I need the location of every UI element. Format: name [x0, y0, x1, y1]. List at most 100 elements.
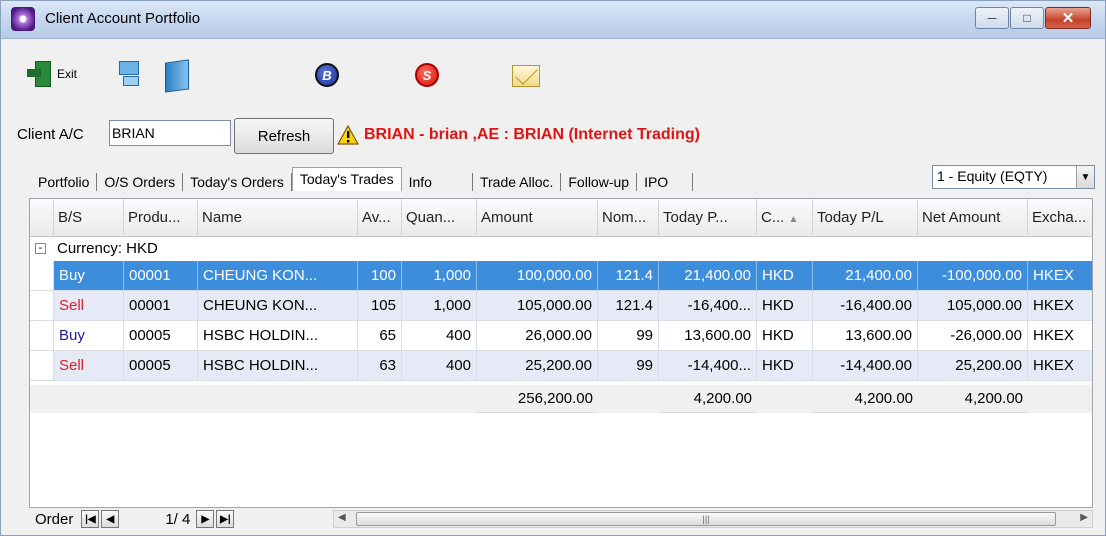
minimize-icon: ─ — [987, 11, 997, 25]
column-header-amount[interactable]: Amount — [477, 199, 598, 237]
total-today-pl: 4,200.00 — [813, 385, 918, 413]
sell-button[interactable]: S — [415, 63, 439, 87]
column-header-name[interactable]: Name — [198, 199, 358, 237]
cell-net-amount: 105,000.00 — [918, 291, 1028, 321]
cell-today-pl: -16,400.00 — [813, 291, 918, 321]
column-header-nominal[interactable]: Nom... — [598, 199, 659, 237]
cell-amount: 100,000.00 — [477, 261, 598, 291]
buy-button[interactable]: B — [315, 63, 339, 87]
tab-trade-alloc[interactable]: Trade Alloc. — [473, 173, 562, 191]
column-header-net-amount[interactable]: Net Amount — [918, 199, 1028, 237]
pager-bar: Order |◀ ◀ 1/ 4 ▶ ▶| ◀ ||| ▶ — [29, 508, 1093, 530]
trades-grid: B/S Produ... Name Av... Quan... Amount N… — [29, 198, 1093, 508]
cell-name: HSBC HOLDIN... — [198, 351, 358, 381]
column-header-currency-label: C... — [761, 209, 785, 226]
cell-today-p: 21,400.00 — [659, 261, 757, 291]
tab-os-orders[interactable]: O/S Orders — [97, 173, 184, 191]
totals-row: 256,200.00 4,200.00 4,200.00 4,200.00 — [30, 385, 1092, 413]
cell-name: HSBC HOLDIN... — [198, 321, 358, 351]
column-header-today-pl[interactable]: Today P/L — [813, 199, 918, 237]
cell-amount: 26,000.00 — [477, 321, 598, 351]
tab-todays-orders[interactable]: Today's Orders — [183, 173, 292, 191]
collapse-icon[interactable]: - — [35, 243, 46, 254]
cell-nominal: 99 — [598, 321, 659, 351]
table-row[interactable]: Buy 00001 CHEUNG KON... 100 1,000 100,00… — [30, 261, 1092, 291]
close-icon: ✕ — [1061, 10, 1075, 27]
tab-portfolio[interactable]: Portfolio — [31, 173, 98, 191]
column-header-exchange[interactable]: Excha... — [1028, 199, 1092, 237]
previous-page-button[interactable]: ◀ — [101, 510, 120, 528]
column-header-bs[interactable]: B/S — [54, 199, 124, 237]
market-select[interactable]: 1 - Equity (EQTY) ▼ — [932, 165, 1095, 189]
maximize-button[interactable]: □ — [1010, 7, 1044, 29]
cell-amount: 25,200.00 — [477, 351, 598, 381]
cell-avg: 105 — [358, 291, 402, 321]
first-page-button[interactable]: |◀ — [81, 510, 100, 528]
tab-strip: Portfolio O/S Orders Today's Orders Toda… — [31, 167, 694, 193]
cell-avg: 65 — [358, 321, 402, 351]
cell-today-pl: 21,400.00 — [813, 261, 918, 291]
market-select-value: 1 - Equity (EQTY) — [937, 168, 1048, 184]
scrollbar-thumb[interactable]: ||| — [356, 512, 1056, 526]
refresh-button[interactable]: Refresh — [234, 118, 334, 154]
cell-exchange: HKEX — [1028, 351, 1092, 381]
cell-bs: Buy — [54, 321, 124, 351]
scroll-right-icon[interactable]: ▶ — [1080, 512, 1088, 523]
column-header-product[interactable]: Produ... — [124, 199, 198, 237]
cell-avg: 63 — [358, 351, 402, 381]
scroll-left-icon[interactable]: ◀ — [338, 512, 346, 523]
total-amount: 256,200.00 — [477, 385, 598, 413]
cell-today-pl: 13,600.00 — [813, 321, 918, 351]
cell-name: CHEUNG KON... — [198, 261, 358, 291]
column-header-today-p[interactable]: Today P... — [659, 199, 757, 237]
book-button[interactable] — [165, 59, 189, 93]
mail-button[interactable] — [512, 65, 540, 87]
horizontal-scrollbar[interactable]: ◀ ||| ▶ — [333, 510, 1093, 528]
network-button[interactable] — [117, 59, 143, 89]
window-controls: ─ □ ✕ — [974, 7, 1091, 29]
cell-currency: HKD — [757, 261, 813, 291]
exit-button[interactable]: Exit — [27, 59, 77, 89]
cell-today-p: -16,400... — [659, 291, 757, 321]
minimize-button[interactable]: ─ — [975, 7, 1009, 29]
title-bar: Client Account Portfolio ─ □ ✕ — [1, 1, 1105, 39]
tab-follow-up[interactable]: Follow-up — [561, 173, 638, 191]
row-indicator — [30, 261, 54, 291]
client-account-portfolio-window: Client Account Portfolio ─ □ ✕ Exit B S … — [0, 0, 1106, 536]
grid-header: B/S Produ... Name Av... Quan... Amount N… — [30, 199, 1092, 237]
buy-icon: B — [315, 63, 339, 87]
tab-todays-trades[interactable]: Today's Trades — [291, 167, 402, 191]
client-status-text: BRIAN - brian ,AE : BRIAN (Internet Trad… — [364, 126, 700, 143]
cell-currency: HKD — [757, 351, 813, 381]
cell-nominal: 99 — [598, 351, 659, 381]
row-indicator — [30, 291, 54, 321]
table-row[interactable]: Buy 00005 HSBC HOLDIN... 65 400 26,000.0… — [30, 321, 1092, 351]
next-page-icon: ▶ — [201, 513, 210, 525]
table-row[interactable]: Sell 00005 HSBC HOLDIN... 63 400 25,200.… — [30, 351, 1092, 381]
cell-product: 00001 — [124, 291, 198, 321]
tab-info[interactable]: Info — [402, 173, 473, 191]
column-header-avg[interactable]: Av... — [358, 199, 402, 237]
maximize-icon: □ — [1023, 11, 1031, 25]
cell-quantity: 400 — [402, 351, 477, 381]
cell-bs: Sell — [54, 291, 124, 321]
cell-today-p: 13,600.00 — [659, 321, 757, 351]
column-header-currency[interactable]: C... ▲ — [757, 199, 813, 237]
close-button[interactable]: ✕ — [1045, 7, 1091, 29]
cell-product: 00005 — [124, 351, 198, 381]
last-page-button[interactable]: ▶| — [216, 510, 235, 528]
cell-today-pl: -14,400.00 — [813, 351, 918, 381]
chevron-down-icon[interactable]: ▼ — [1076, 166, 1094, 188]
column-header-quantity[interactable]: Quan... — [402, 199, 477, 237]
window-title: Client Account Portfolio — [45, 10, 201, 27]
sort-ascending-icon: ▲ — [788, 214, 799, 225]
cell-avg: 100 — [358, 261, 402, 291]
next-page-button[interactable]: ▶ — [196, 510, 215, 528]
client-ac-input[interactable] — [109, 120, 231, 146]
table-row[interactable]: Sell 00001 CHEUNG KON... 105 1,000 105,0… — [30, 291, 1092, 321]
tab-ipo[interactable]: IPO — [637, 173, 694, 191]
cell-name: CHEUNG KON... — [198, 291, 358, 321]
cell-exchange: HKEX — [1028, 291, 1092, 321]
book-icon — [165, 59, 189, 93]
page-indicator: 1/ 4 — [165, 510, 191, 528]
